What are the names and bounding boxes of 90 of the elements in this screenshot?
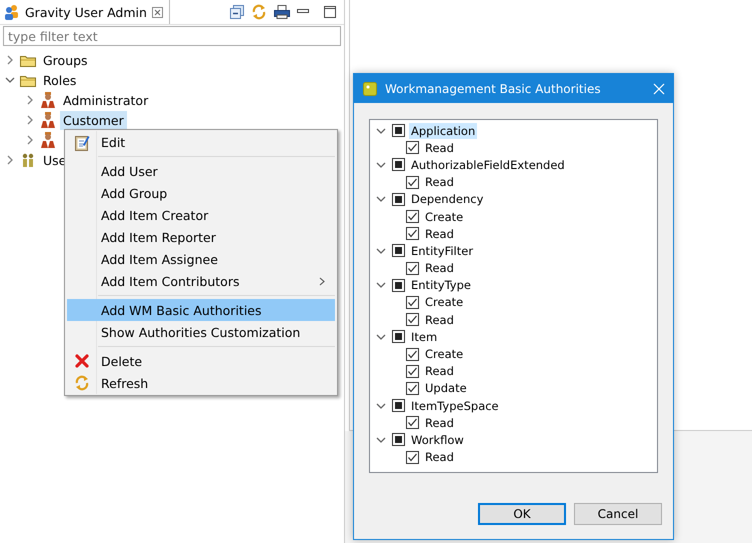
partial-checkbox[interactable] xyxy=(392,433,405,446)
chevron-down-icon[interactable] xyxy=(376,281,386,290)
folder-icon xyxy=(20,74,36,86)
partial-checkbox[interactable] xyxy=(392,278,405,292)
refresh-icon xyxy=(74,375,90,391)
people-icon xyxy=(4,4,20,20)
checked-checkbox[interactable] xyxy=(406,313,419,326)
menu-item[interactable]: Delete xyxy=(67,350,335,372)
chevron-right-icon[interactable] xyxy=(6,55,14,65)
printer-icon[interactable] xyxy=(274,5,290,19)
person-icon xyxy=(40,112,56,128)
menu-item[interactable]: Refresh xyxy=(67,372,335,394)
tree-item[interactable]: Administrator xyxy=(61,92,150,108)
partial-checkbox[interactable] xyxy=(392,399,405,412)
checked-checkbox[interactable] xyxy=(406,141,419,154)
checked-checkbox[interactable] xyxy=(406,262,419,275)
tree-item[interactable]: Create xyxy=(423,208,466,225)
menu-item[interactable]: Add Item Contributors xyxy=(67,270,335,292)
tree-item[interactable]: Read xyxy=(423,260,456,276)
chevron-down-icon[interactable] xyxy=(376,402,386,410)
chevron-right-icon[interactable] xyxy=(26,135,34,145)
person-icon xyxy=(40,92,56,108)
menu-item[interactable]: Add Group xyxy=(67,182,335,204)
chevron-down-icon[interactable] xyxy=(376,436,386,444)
chevron-down-icon[interactable] xyxy=(376,126,386,135)
dialog-button[interactable]: Cancel xyxy=(574,503,662,525)
tree-item[interactable]: Read xyxy=(423,140,456,156)
refresh-icon xyxy=(251,4,267,20)
tree-item[interactable]: Update xyxy=(423,380,469,396)
partial-checkbox[interactable] xyxy=(392,124,405,138)
checked-checkbox[interactable] xyxy=(406,296,419,309)
tree-item[interactable]: Read xyxy=(423,414,456,431)
tree-item[interactable]: ItemTypeSpace xyxy=(409,398,501,414)
tree-item[interactable]: Read xyxy=(423,363,456,380)
folder-icon xyxy=(20,54,36,66)
tree-item[interactable]: Roles xyxy=(41,72,78,88)
filter-field[interactable]: type filter text xyxy=(3,26,341,46)
tree-item[interactable]: Create xyxy=(423,294,466,310)
chevron-down-icon[interactable] xyxy=(376,332,386,341)
tree-item[interactable]: EntityType xyxy=(409,277,473,294)
dialog-title: Workmanagement Basic Authorities xyxy=(385,82,602,96)
chevron-right-icon[interactable] xyxy=(26,95,34,105)
tree-item[interactable]: Customer xyxy=(61,112,126,128)
dialog-button[interactable]: OK xyxy=(478,503,566,525)
tree-item[interactable]: Read xyxy=(423,226,456,242)
checked-checkbox[interactable] xyxy=(406,210,419,224)
chevron-right-icon[interactable] xyxy=(6,155,14,165)
collapse-all-icon[interactable] xyxy=(230,5,244,19)
tree-item[interactable]: Create xyxy=(423,346,466,362)
tree-item[interactable]: Workflow xyxy=(409,432,466,448)
partial-checkbox[interactable] xyxy=(392,158,405,172)
partial-checkbox[interactable] xyxy=(392,192,405,206)
delete-icon xyxy=(74,354,88,368)
people-icon xyxy=(20,153,36,167)
checked-checkbox[interactable] xyxy=(406,416,419,430)
menu-item[interactable]: Add WM Basic Authorities xyxy=(67,299,335,321)
chevron-right-icon xyxy=(319,277,325,286)
partial-checkbox[interactable] xyxy=(392,244,405,258)
tree-item[interactable]: Dependency xyxy=(409,191,486,208)
menu-item[interactable]: Add Item Assignee xyxy=(67,248,335,270)
menu-item[interactable]: Add User xyxy=(67,160,335,182)
app-icon xyxy=(363,82,377,96)
person-icon xyxy=(40,132,56,148)
clipboard-icon xyxy=(74,134,90,150)
menu-item[interactable]: Add Item Reporter xyxy=(67,226,335,248)
checked-checkbox[interactable] xyxy=(406,176,419,189)
maximize-icon[interactable] xyxy=(324,6,336,18)
tree-item[interactable]: Read xyxy=(423,174,456,190)
close-icon[interactable] xyxy=(152,6,163,18)
checked-checkbox[interactable] xyxy=(406,450,419,464)
tree-item[interactable]: Application xyxy=(409,122,478,139)
menu-item[interactable]: Add Item Creator xyxy=(67,204,335,226)
tree-item[interactable]: Groups xyxy=(41,52,90,68)
chevron-down-icon[interactable] xyxy=(376,195,386,204)
partial-checkbox[interactable] xyxy=(392,330,405,344)
menu-item[interactable]: Show Authorities Customization xyxy=(67,321,335,343)
chevron-right-icon[interactable] xyxy=(26,115,34,125)
chevron-down-icon[interactable] xyxy=(376,160,386,169)
tree-item[interactable]: Read xyxy=(423,449,456,466)
checked-checkbox[interactable] xyxy=(406,364,419,378)
tree-item[interactable]: EntityFilter xyxy=(409,242,476,259)
tree-item[interactable]: AuthorizableFieldExtended xyxy=(409,156,567,173)
chevron-down-icon[interactable] xyxy=(376,246,386,255)
menu-item[interactable]: Edit xyxy=(67,131,335,153)
checked-checkbox[interactable] xyxy=(406,348,419,361)
chevron-down-icon[interactable] xyxy=(5,76,15,84)
tree-item[interactable]: Item xyxy=(409,328,440,345)
tree-item[interactable]: Read xyxy=(423,312,456,328)
checked-checkbox[interactable] xyxy=(406,382,419,395)
checked-checkbox[interactable] xyxy=(406,227,419,240)
